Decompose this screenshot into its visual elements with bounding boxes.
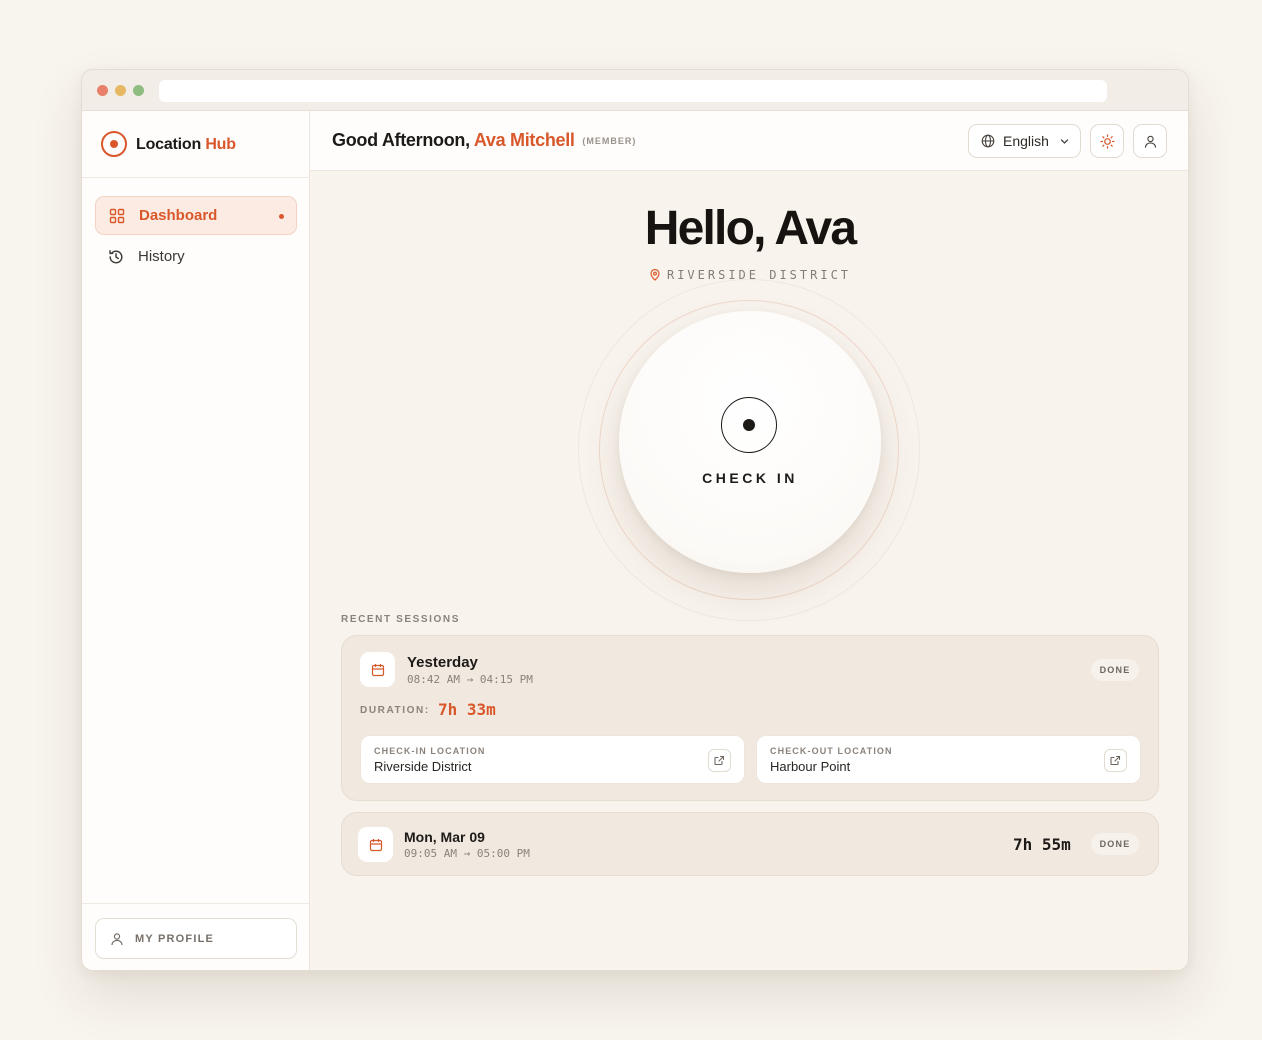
hero-title: Hello, Ava xyxy=(644,202,857,255)
duration-label: DURATION: xyxy=(360,705,430,716)
account-button[interactable] xyxy=(1133,124,1167,158)
session-title: Mon, Mar 09 xyxy=(404,829,485,845)
check-out-location-box: CHECK-OUT LOCATION Harbour Point xyxy=(756,735,1141,784)
check-out-location-label: CHECK-OUT LOCATION xyxy=(770,746,893,756)
external-link-icon xyxy=(1110,755,1121,766)
map-pin-icon xyxy=(650,268,660,281)
sidebar: Location Hub Dashboard History MY PROFIL… xyxy=(82,111,310,970)
sidebar-item-label: Dashboard xyxy=(139,207,218,224)
session-title: Yesterday xyxy=(407,654,478,671)
user-icon xyxy=(1144,135,1156,148)
sidebar-footer: MY PROFILE xyxy=(82,903,309,970)
top-header: Good Afternoon, Ava Mitchell (MEMBER) En… xyxy=(310,111,1188,171)
dashboard-content: Hello, Ava RIVERSIDE DISTRICT CHECK IN R… xyxy=(310,171,1188,970)
browser-titlebar xyxy=(82,70,1188,111)
globe-icon xyxy=(981,134,995,148)
page-greeting: Good Afternoon, Ava Mitchell (MEMBER) xyxy=(332,130,637,150)
calendar-icon-box xyxy=(358,827,393,862)
brand: Location Hub xyxy=(82,111,309,178)
history-icon xyxy=(109,249,123,263)
sidebar-item-dashboard[interactable]: Dashboard xyxy=(95,196,297,235)
check-in-button[interactable]: CHECK IN xyxy=(619,311,881,573)
session-duration: 7h 55m xyxy=(1013,835,1071,854)
close-window-dot[interactable] xyxy=(97,85,108,96)
session-card[interactable]: Mon, Mar 09 09:05 AM → 05:00 PM 7h 55m D… xyxy=(341,812,1159,876)
session-card[interactable]: Yesterday 08:42 AM → 04:15 PM DONE DURAT… xyxy=(341,635,1159,801)
duration-value: 7h 33m xyxy=(438,700,496,719)
check-in-location-box: CHECK-IN LOCATION Riverside District xyxy=(360,735,745,784)
status-badge: DONE xyxy=(1091,659,1139,681)
role-badge: (MEMBER) xyxy=(582,136,637,146)
brand-name: Location Hub xyxy=(136,136,236,153)
main-area: Good Afternoon, Ava Mitchell (MEMBER) En… xyxy=(310,111,1188,970)
status-badge: DONE xyxy=(1091,833,1139,855)
language-value: English xyxy=(1003,133,1049,149)
sun-icon xyxy=(1099,133,1115,149)
open-check-in-map-button[interactable] xyxy=(708,749,731,772)
my-profile-button[interactable]: MY PROFILE xyxy=(95,918,297,959)
location-hub-logo-icon xyxy=(101,131,127,157)
check-in-label: CHECK IN xyxy=(702,470,798,486)
check-out-location-value: Harbour Point xyxy=(770,759,851,774)
session-time: 09:05 AM → 05:00 PM xyxy=(404,847,530,860)
minimize-window-dot[interactable] xyxy=(115,85,126,96)
active-indicator xyxy=(279,214,284,219)
address-bar[interactable] xyxy=(159,80,1107,102)
calendar-icon-box xyxy=(360,652,395,687)
external-link-icon xyxy=(714,755,725,766)
sidebar-item-history[interactable]: History xyxy=(95,237,297,276)
my-profile-label: MY PROFILE xyxy=(135,932,215,945)
user-name: Ava Mitchell xyxy=(473,130,575,150)
user-icon xyxy=(111,932,123,945)
language-select[interactable]: English xyxy=(968,124,1081,158)
open-check-out-map-button[interactable] xyxy=(1104,749,1127,772)
check-in-location-label: CHECK-IN LOCATION xyxy=(374,746,486,756)
app-window: Location Hub Dashboard History MY PROFIL… xyxy=(81,69,1189,971)
maximize-window-dot[interactable] xyxy=(133,85,144,96)
calendar-icon xyxy=(369,838,382,851)
check-in-location-value: Riverside District xyxy=(374,759,472,774)
section-title: RECENT SESSIONS xyxy=(341,614,461,625)
target-icon xyxy=(721,397,777,453)
session-time: 08:42 AM → 04:15 PM xyxy=(407,673,533,686)
theme-toggle-button[interactable] xyxy=(1090,124,1124,158)
calendar-icon xyxy=(371,663,384,676)
sidebar-item-label: History xyxy=(138,248,185,265)
grid-icon xyxy=(109,208,125,223)
chevron-down-icon xyxy=(1060,138,1069,144)
